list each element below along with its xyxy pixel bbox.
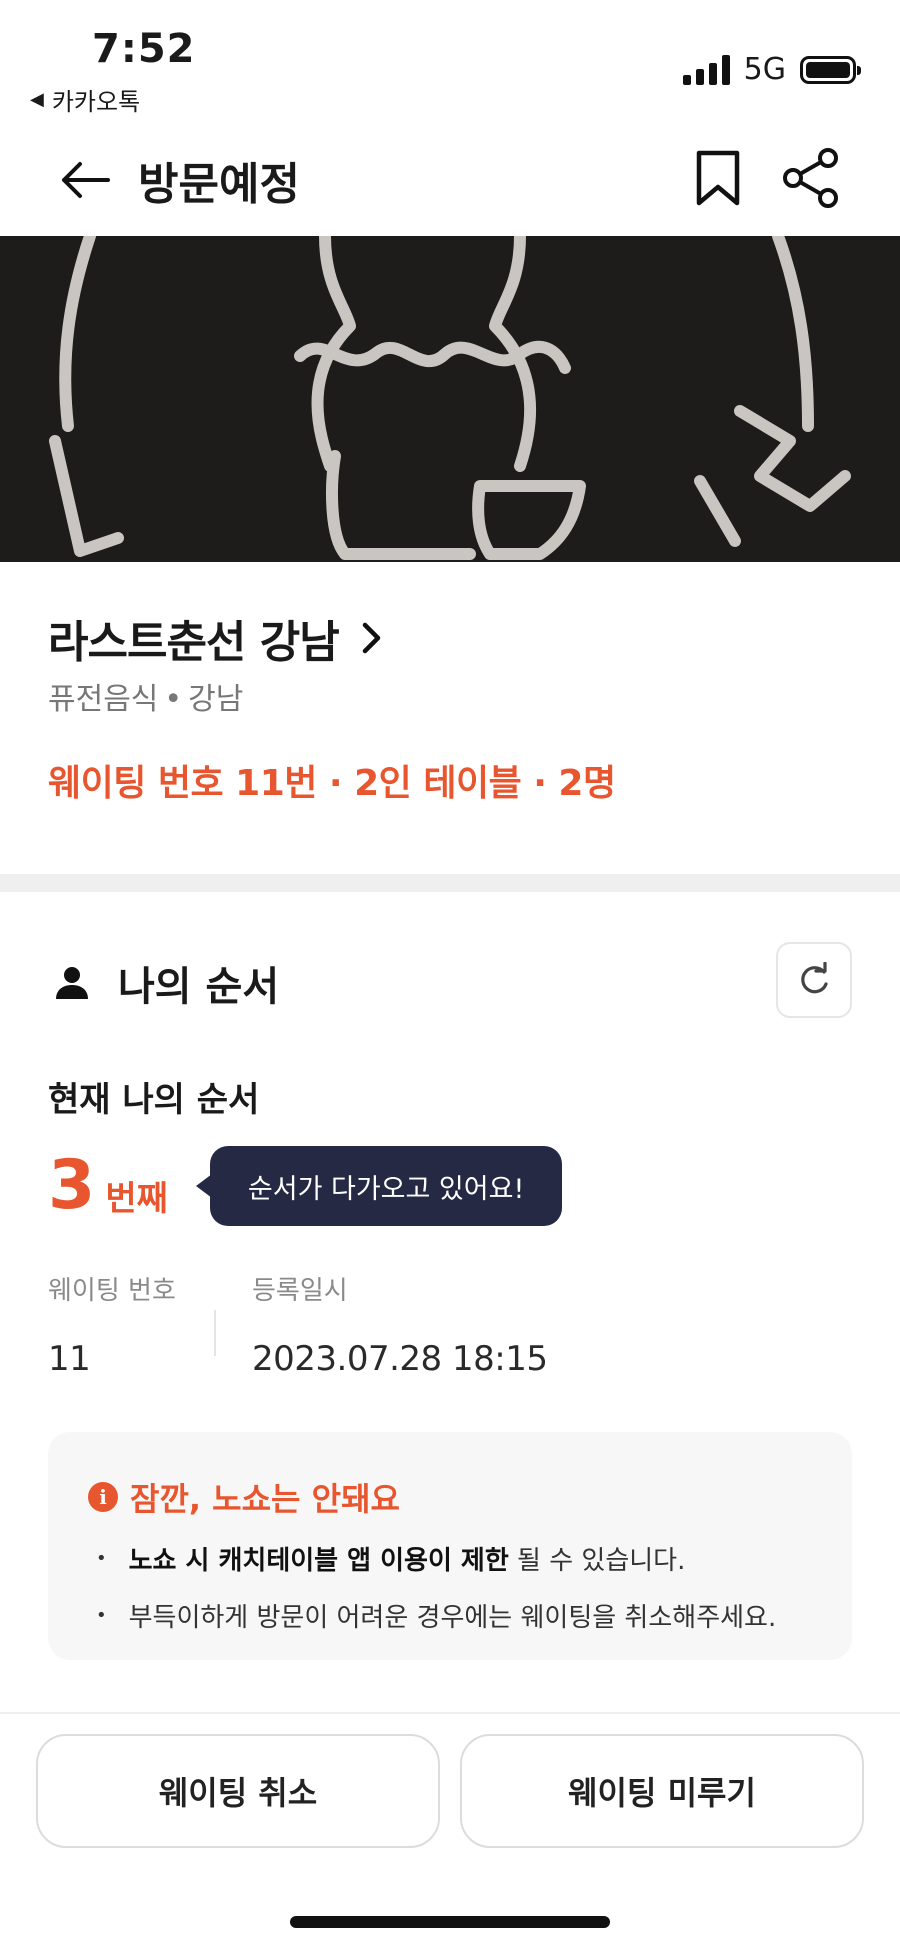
registered-at-label: 등록일시	[252, 1276, 348, 1306]
home-indicator	[290, 1916, 610, 1928]
tooltip-text: 순서가 다가오고 있어요!	[247, 1173, 525, 1205]
bullet: •	[96, 1605, 107, 1626]
back-to-app-link[interactable]: ◀ 카카오톡	[30, 82, 140, 117]
refresh-icon	[801, 962, 828, 994]
waiting-number-block: 웨이팅 번호 11	[48, 1270, 176, 1379]
waiting-number-value: 11	[48, 1339, 91, 1379]
my-order-heading: 나의 순서	[52, 954, 279, 1012]
back-app-label: 카카오톡	[51, 88, 141, 116]
share-icon	[783, 148, 838, 208]
cancel-waiting-button[interactable]: 웨이팅 취소	[36, 1734, 440, 1848]
app-header: 방문예정	[0, 130, 900, 230]
notice-item-text: 부득이하게 방문이 어려운 경우에는 웨이팅을 취소해주세요.	[128, 1603, 777, 1633]
current-order-label: 현재 나의 순서	[48, 1080, 260, 1120]
chevron-right-icon	[362, 622, 380, 654]
restaurant-name-link[interactable]: 라스트춘선 강남	[48, 606, 383, 670]
cancel-waiting-label: 웨이팅 취소	[158, 1774, 318, 1812]
notice-item-text: 노쇼 시 캐치테이블 앱 이용이 제한 될 수 있습니다.	[129, 1540, 686, 1577]
registered-at-block: 등록일시 2023.07.28 18:15	[252, 1270, 548, 1379]
rank-row: 3 번째 순서가 다가오고 있어요!	[48, 1146, 563, 1226]
bookmark-icon	[696, 150, 740, 206]
back-button[interactable]	[56, 152, 116, 208]
restaurant-logo-illustration	[49, 236, 851, 560]
notice-item: • 부득이하게 방문이 어려운 경우에는 웨이팅을 취소해주세요.	[96, 1597, 776, 1634]
waiting-summary: 웨이팅 번호 11번 · 2인 테이블 · 2명	[48, 763, 616, 804]
info-icon: i	[88, 1482, 118, 1512]
notice-list: • 노쇼 시 캐치테이블 앱 이용이 제한 될 수 있습니다. • 부득이하게 …	[96, 1540, 776, 1654]
share-button[interactable]	[780, 146, 842, 210]
delay-waiting-button[interactable]: 웨이팅 미루기	[460, 1734, 864, 1848]
person-icon	[56, 967, 88, 999]
restaurant-category: 퓨전음식	[48, 682, 159, 717]
signal-icon	[682, 54, 730, 85]
order-approaching-tooltip: 순서가 다가오고 있어요!	[195, 1146, 563, 1226]
notice-item-rest: 될 수 있습니다.	[508, 1546, 686, 1576]
status-bar: 7:52 ◀ 카카오톡 5G	[0, 0, 900, 120]
restaurant-meta: 퓨전음식 • 강남	[48, 674, 243, 718]
rank-unit: 번째	[105, 1178, 168, 1219]
meta-divider	[214, 1310, 216, 1356]
notice-heading: i 잠깐, 노쇼는 안돼요	[88, 1474, 400, 1520]
status-time: 7:52	[92, 26, 196, 72]
restaurant-name: 라스트춘선 강남	[48, 617, 340, 668]
rank-number: 3	[48, 1146, 96, 1225]
section-divider	[0, 874, 900, 892]
meta-separator: •	[164, 682, 183, 717]
back-triangle-icon: ◀	[30, 89, 44, 110]
battery-icon	[800, 55, 861, 84]
restaurant-banner-image	[0, 236, 900, 562]
notice-item-bold: 노쇼 시 캐치테이블 앱 이용이 제한	[128, 1546, 509, 1576]
delay-waiting-label: 웨이팅 미루기	[568, 1774, 756, 1812]
refresh-button[interactable]	[776, 942, 852, 1018]
waiting-number-label: 웨이팅 번호	[48, 1276, 176, 1306]
bottom-bar-divider	[0, 1712, 900, 1714]
notice-item: • 노쇼 시 캐치테이블 앱 이용이 제한 될 수 있습니다.	[96, 1540, 776, 1577]
network-label: 5G	[743, 52, 786, 87]
restaurant-info: 라스트춘선 강남 퓨전음식 • 강남 웨이팅 번호 11번 · 2인 테이블 · 2…	[0, 562, 900, 874]
bookmark-button[interactable]	[690, 148, 746, 208]
registered-at-value: 2023.07.28 18:15	[252, 1339, 548, 1379]
bullet: •	[96, 1548, 107, 1569]
page-title: 방문예정	[138, 159, 300, 210]
notice-title: 잠깐, 노쇼는 안돼요	[130, 1480, 400, 1518]
arrow-left-icon	[62, 162, 110, 198]
no-show-notice: i 잠깐, 노쇼는 안돼요 • 노쇼 시 캐치테이블 앱 이용이 제한 될 수 …	[48, 1432, 852, 1660]
my-order-title: 나의 순서	[118, 964, 280, 1010]
restaurant-area: 강남	[188, 682, 244, 717]
status-indicators: 5G	[682, 52, 861, 87]
